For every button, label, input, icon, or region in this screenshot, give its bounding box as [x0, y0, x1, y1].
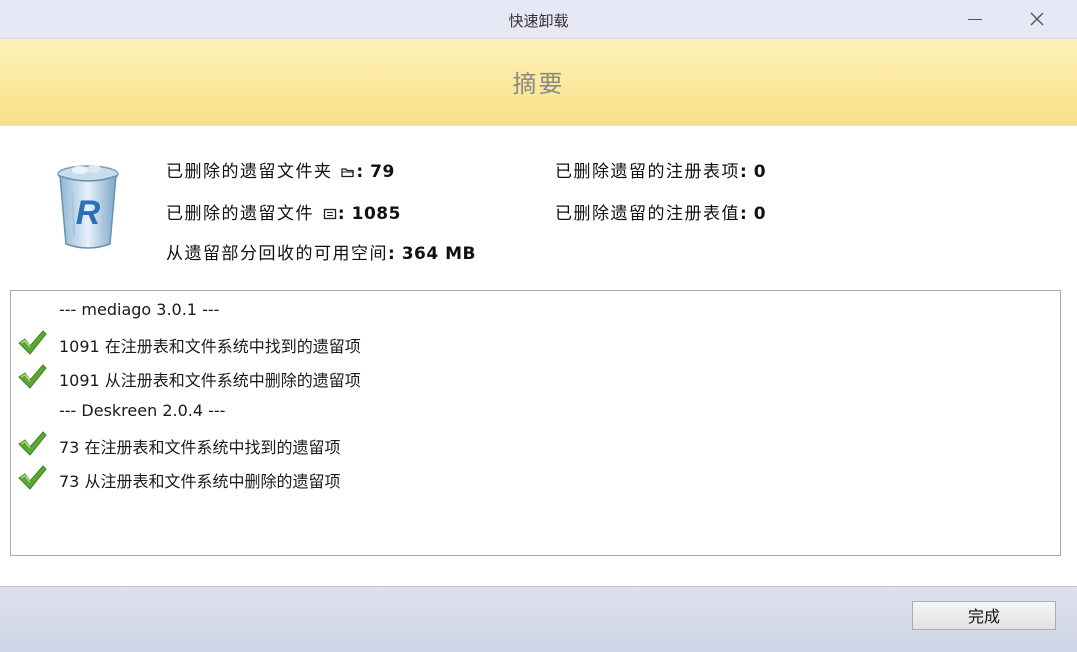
result-log[interactable]: --- mediago 3.0.1 --- 1091 在注册表和文件系统中找到的… — [10, 290, 1061, 556]
revo-trash-bin-icon: R — [57, 165, 119, 249]
log-line-text: 73 在注册表和文件系统中找到的遗留项 — [59, 438, 341, 457]
minimize-button[interactable] — [955, 4, 995, 34]
freed-space-value: : 364 MB — [388, 244, 476, 264]
deleted-files-stat: 已删除的遗留文件 : 1085 — [166, 199, 401, 224]
log-line-text: --- Deskreen 2.0.4 --- — [59, 401, 226, 420]
title-bar: 快速卸载 — [0, 0, 1077, 39]
log-line-text: --- mediago 3.0.1 --- — [59, 300, 220, 319]
freed-space-stat: 从遗留部分回收的可用空间: 364 MB — [166, 239, 476, 264]
finish-button[interactable]: 完成 — [912, 601, 1056, 630]
close-icon — [1030, 12, 1044, 26]
banner-title: 摘要 — [512, 70, 565, 98]
green-check-icon — [18, 330, 47, 355]
deleted-reg-keys-label: 已删除遗留的注册表项 — [555, 162, 740, 182]
log-line: 73 在注册表和文件系统中找到的遗留项 — [11, 427, 1051, 459]
deleted-reg-values-value: : 0 — [740, 204, 767, 224]
log-line: 1091 在注册表和文件系统中找到的遗留项 — [11, 326, 1051, 358]
folder-icon — [341, 168, 355, 178]
file-icon — [323, 208, 337, 220]
deleted-folders-stat: 已删除的遗留文件夹 : 79 — [166, 157, 395, 182]
log-line: --- Deskreen 2.0.4 --- — [11, 394, 1051, 426]
green-check-icon — [18, 364, 47, 389]
minimize-icon — [968, 18, 982, 20]
log-line-text: 73 从注册表和文件系统中删除的遗留项 — [59, 472, 341, 491]
summary-banner: 摘要 — [0, 39, 1077, 126]
deleted-folders-value: : 79 — [356, 162, 395, 182]
freed-space-label: 从遗留部分回收的可用空间 — [166, 244, 388, 264]
deleted-folders-label: 已删除的遗留文件夹 — [166, 162, 333, 182]
close-button[interactable] — [1017, 4, 1057, 34]
log-line-text: 1091 从注册表和文件系统中删除的遗留项 — [59, 371, 361, 390]
deleted-files-value: : 1085 — [337, 204, 401, 224]
deleted-reg-keys-stat: 已删除遗留的注册表项: 0 — [555, 157, 766, 182]
svg-text:R: R — [76, 194, 101, 232]
log-line: 1091 从注册表和文件系统中删除的遗留项 — [11, 360, 1051, 392]
window-title: 快速卸载 — [508, 12, 569, 30]
log-line-text: 1091 在注册表和文件系统中找到的遗留项 — [59, 337, 361, 356]
deleted-reg-values-label: 已删除遗留的注册表值 — [555, 204, 740, 224]
deleted-reg-keys-value: : 0 — [740, 162, 767, 182]
green-check-icon — [18, 465, 47, 490]
deleted-reg-values-stat: 已删除遗留的注册表值: 0 — [555, 199, 766, 224]
log-line: --- mediago 3.0.1 --- — [11, 293, 1051, 325]
green-check-icon — [18, 431, 47, 456]
log-line: 73 从注册表和文件系统中删除的遗留项 — [11, 461, 1051, 493]
deleted-files-label: 已删除的遗留文件 — [166, 204, 314, 224]
